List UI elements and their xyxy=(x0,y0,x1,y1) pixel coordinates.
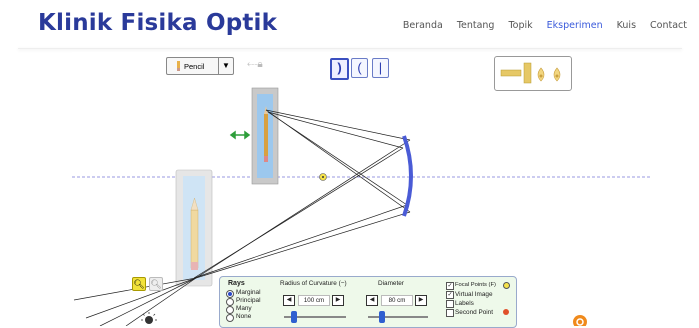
rays-option-many: Many xyxy=(236,305,252,312)
plane-mirror-button[interactable]: | xyxy=(372,58,389,78)
measuring-tools-panel xyxy=(494,56,572,91)
rays-option-none: None xyxy=(236,313,252,320)
rays-title: Rays xyxy=(228,280,245,287)
diameter-slider-track[interactable] xyxy=(368,316,428,318)
diameter-value: 80 cm xyxy=(381,295,413,306)
virtual-image-checkbox[interactable]: ✓ xyxy=(446,291,454,299)
diameter-label: Diameter xyxy=(378,280,404,287)
plane-label: | xyxy=(378,60,383,75)
diameter-slider-handle[interactable] xyxy=(379,311,385,323)
radio-none[interactable] xyxy=(226,314,234,322)
zoom-out-icon[interactable]: 🔍︎ xyxy=(149,277,163,291)
radio-marginal[interactable] xyxy=(226,290,234,298)
lock-icon[interactable]: ⤎🔒︎ xyxy=(247,59,263,70)
rays-option-principal: Principal xyxy=(236,297,261,304)
move-arrows-icon xyxy=(229,130,251,140)
radius-slider-handle[interactable] xyxy=(291,311,297,323)
concave-mirror-button[interactable]: ) xyxy=(330,58,349,80)
rays-option-marginal: Marginal xyxy=(236,289,261,296)
second-point-checkbox[interactable] xyxy=(446,309,454,317)
object-select-label: Pencil xyxy=(184,61,205,71)
diameter-increase-button[interactable]: ▶ xyxy=(415,295,427,306)
convex-label: ( xyxy=(357,60,362,75)
diameter-decrease-button[interactable]: ◀ xyxy=(366,295,378,306)
radius-value: 100 cm xyxy=(298,295,330,306)
convex-mirror-button[interactable]: ( xyxy=(351,58,368,78)
reset-icon[interactable] xyxy=(571,312,589,326)
radius-decrease-button[interactable]: ◀ xyxy=(283,295,295,306)
radius-label: Radius of Curvature (−) xyxy=(280,280,347,287)
zoom-in-icon[interactable]: 🔍︎ xyxy=(132,277,146,291)
second-point-marker-icon xyxy=(503,309,509,315)
control-panel: Rays Marginal Principal Many None Radius… xyxy=(219,276,517,328)
labels-checkbox[interactable] xyxy=(446,300,454,308)
pencil-icon xyxy=(177,61,180,71)
virtual-image-label: Virtual Image xyxy=(455,291,493,298)
focal-points-label: Focal Points (F) xyxy=(455,282,496,288)
second-point-label: Second Point xyxy=(455,309,494,316)
focal-points-checkbox[interactable]: ✓ xyxy=(446,282,454,290)
radius-increase-button[interactable]: ▶ xyxy=(332,295,344,306)
chevron-down-icon[interactable]: ▼ xyxy=(218,58,233,74)
measuring-tools-icons xyxy=(500,62,561,84)
labels-label: Labels xyxy=(455,300,474,307)
object-select[interactable]: Pencil ▼ xyxy=(166,57,234,75)
horizontal-ruler-icon xyxy=(500,69,522,77)
vertical-ruler-icon xyxy=(523,62,532,84)
radio-many[interactable] xyxy=(226,306,234,314)
virtual-image-frame xyxy=(251,87,279,185)
object-frame xyxy=(175,169,213,287)
focal-point-marker-icon xyxy=(503,282,510,289)
radio-principal[interactable] xyxy=(226,298,234,306)
concave-label: ) xyxy=(337,60,342,75)
